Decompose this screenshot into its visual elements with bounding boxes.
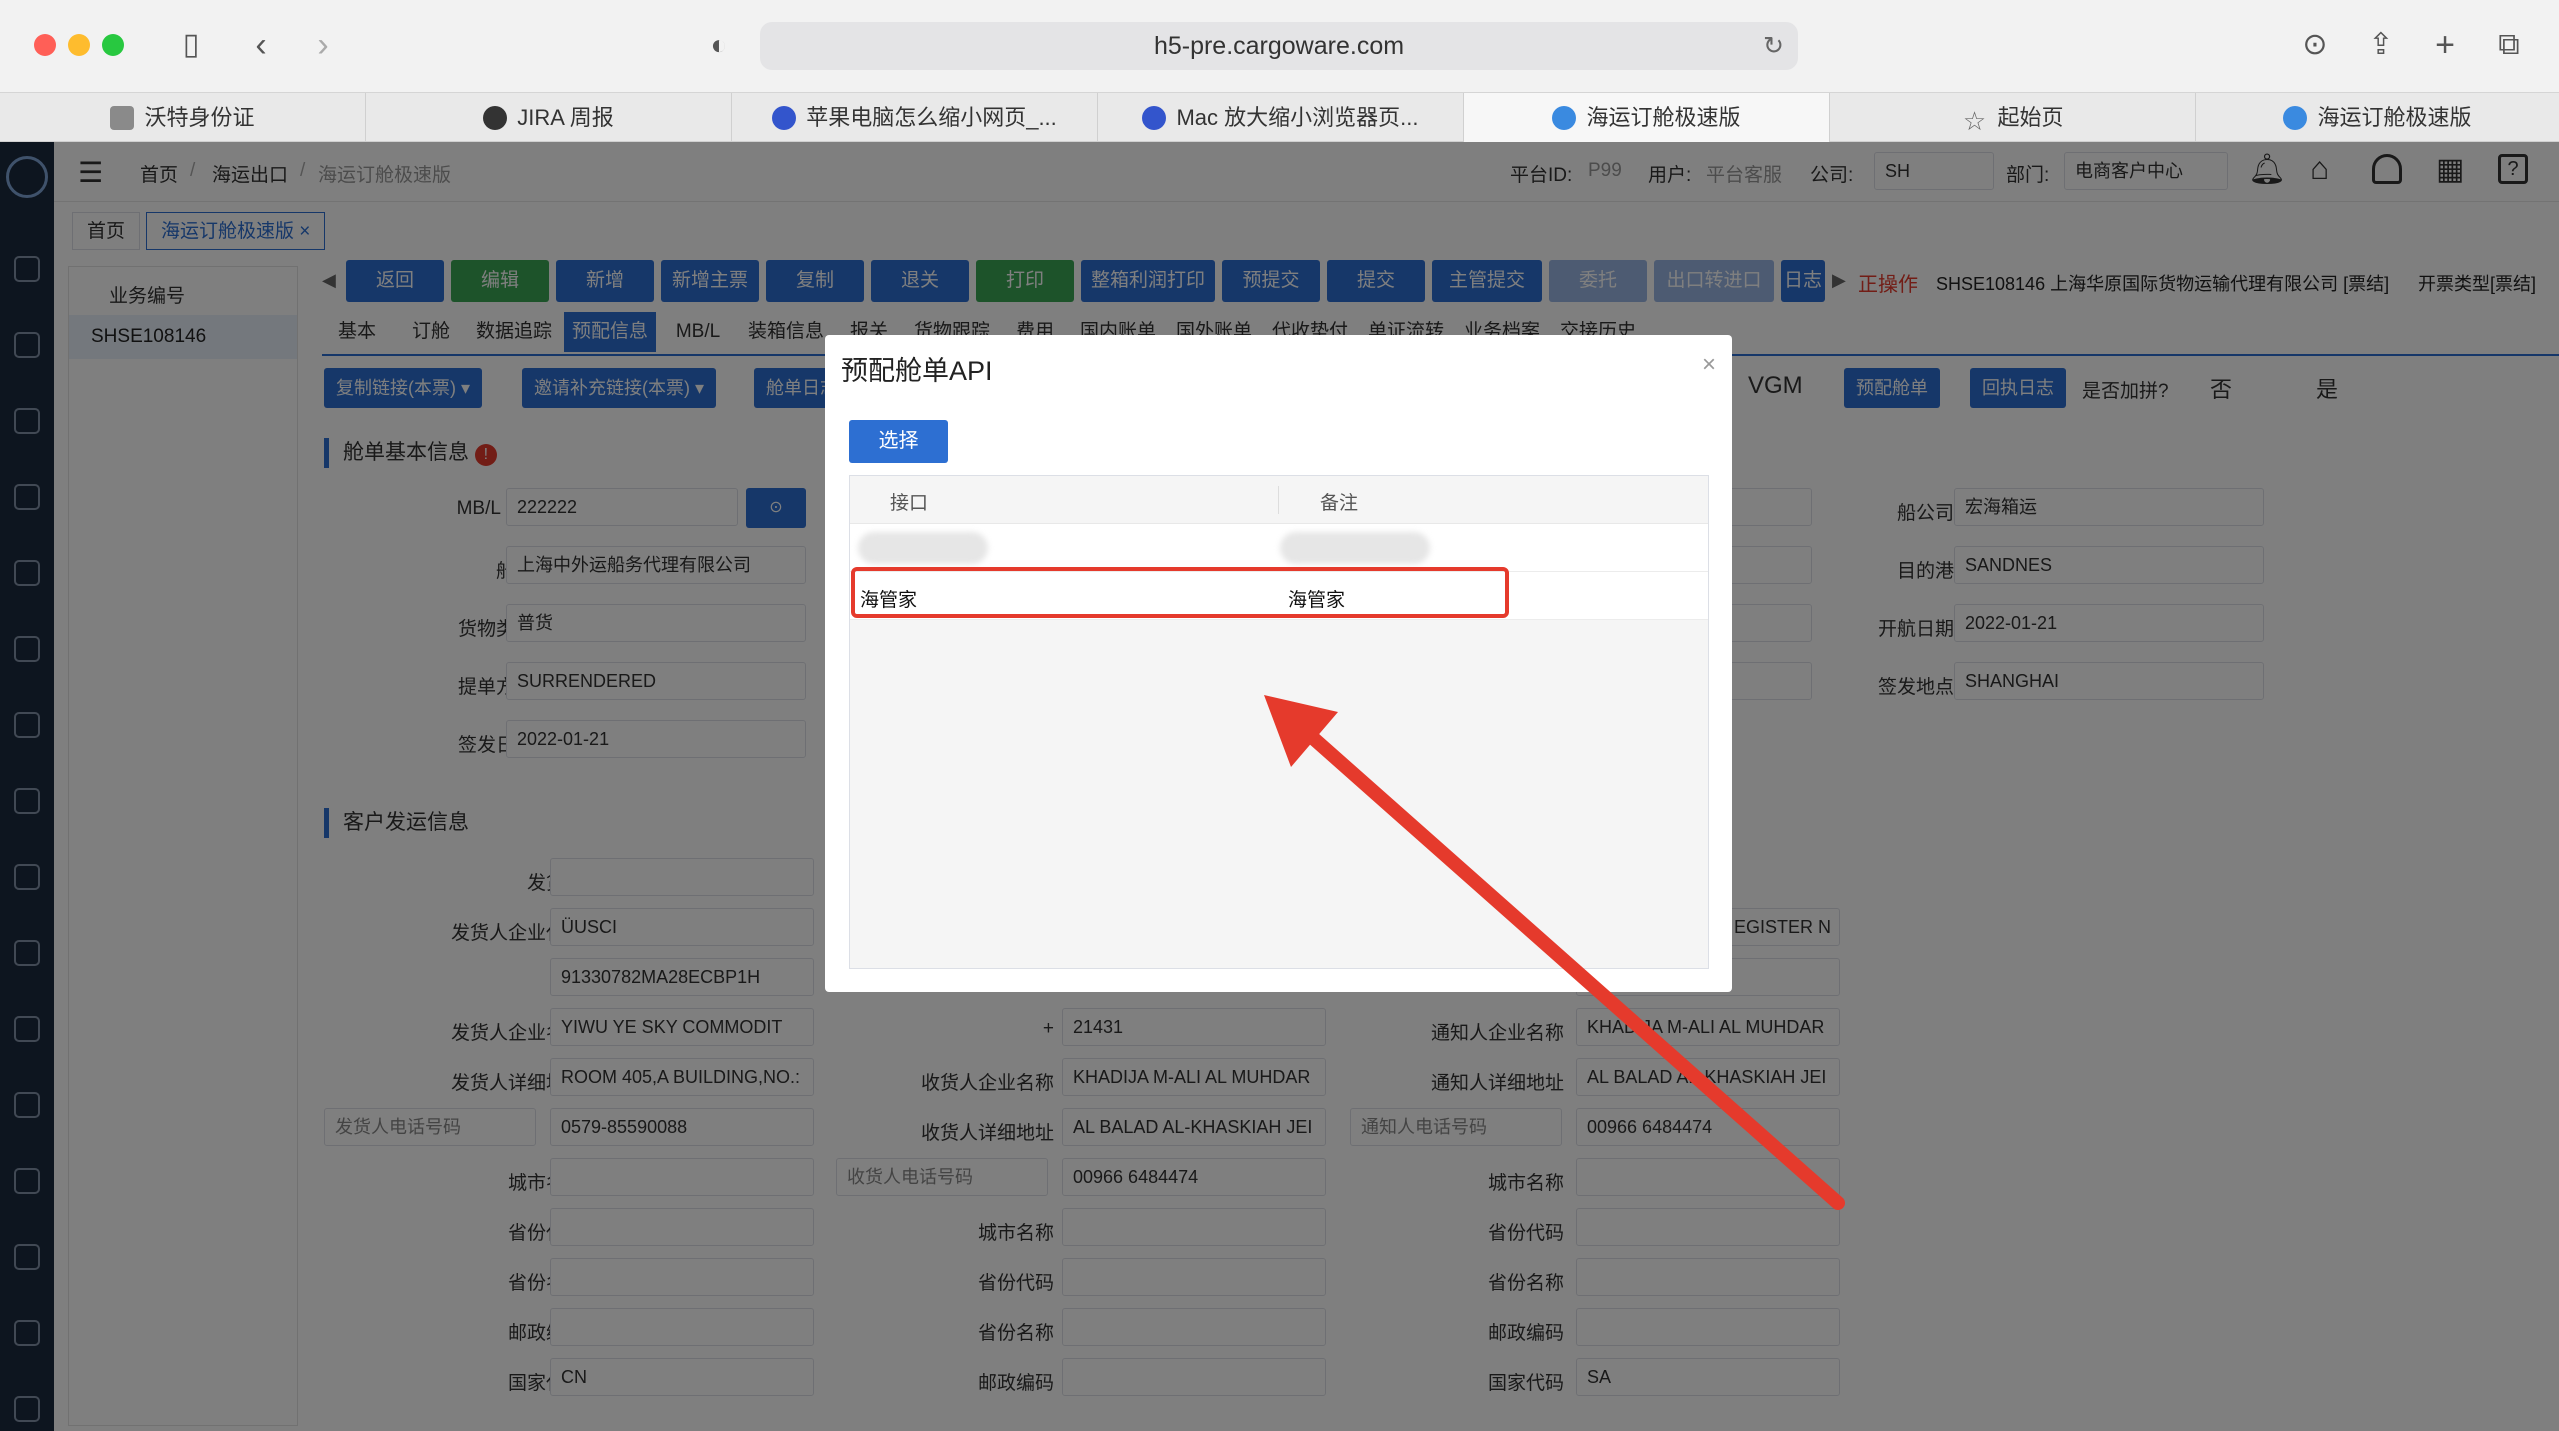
annotation-arrow [1264, 695, 1845, 1210]
arrow-shaft [1288, 715, 1845, 1210]
